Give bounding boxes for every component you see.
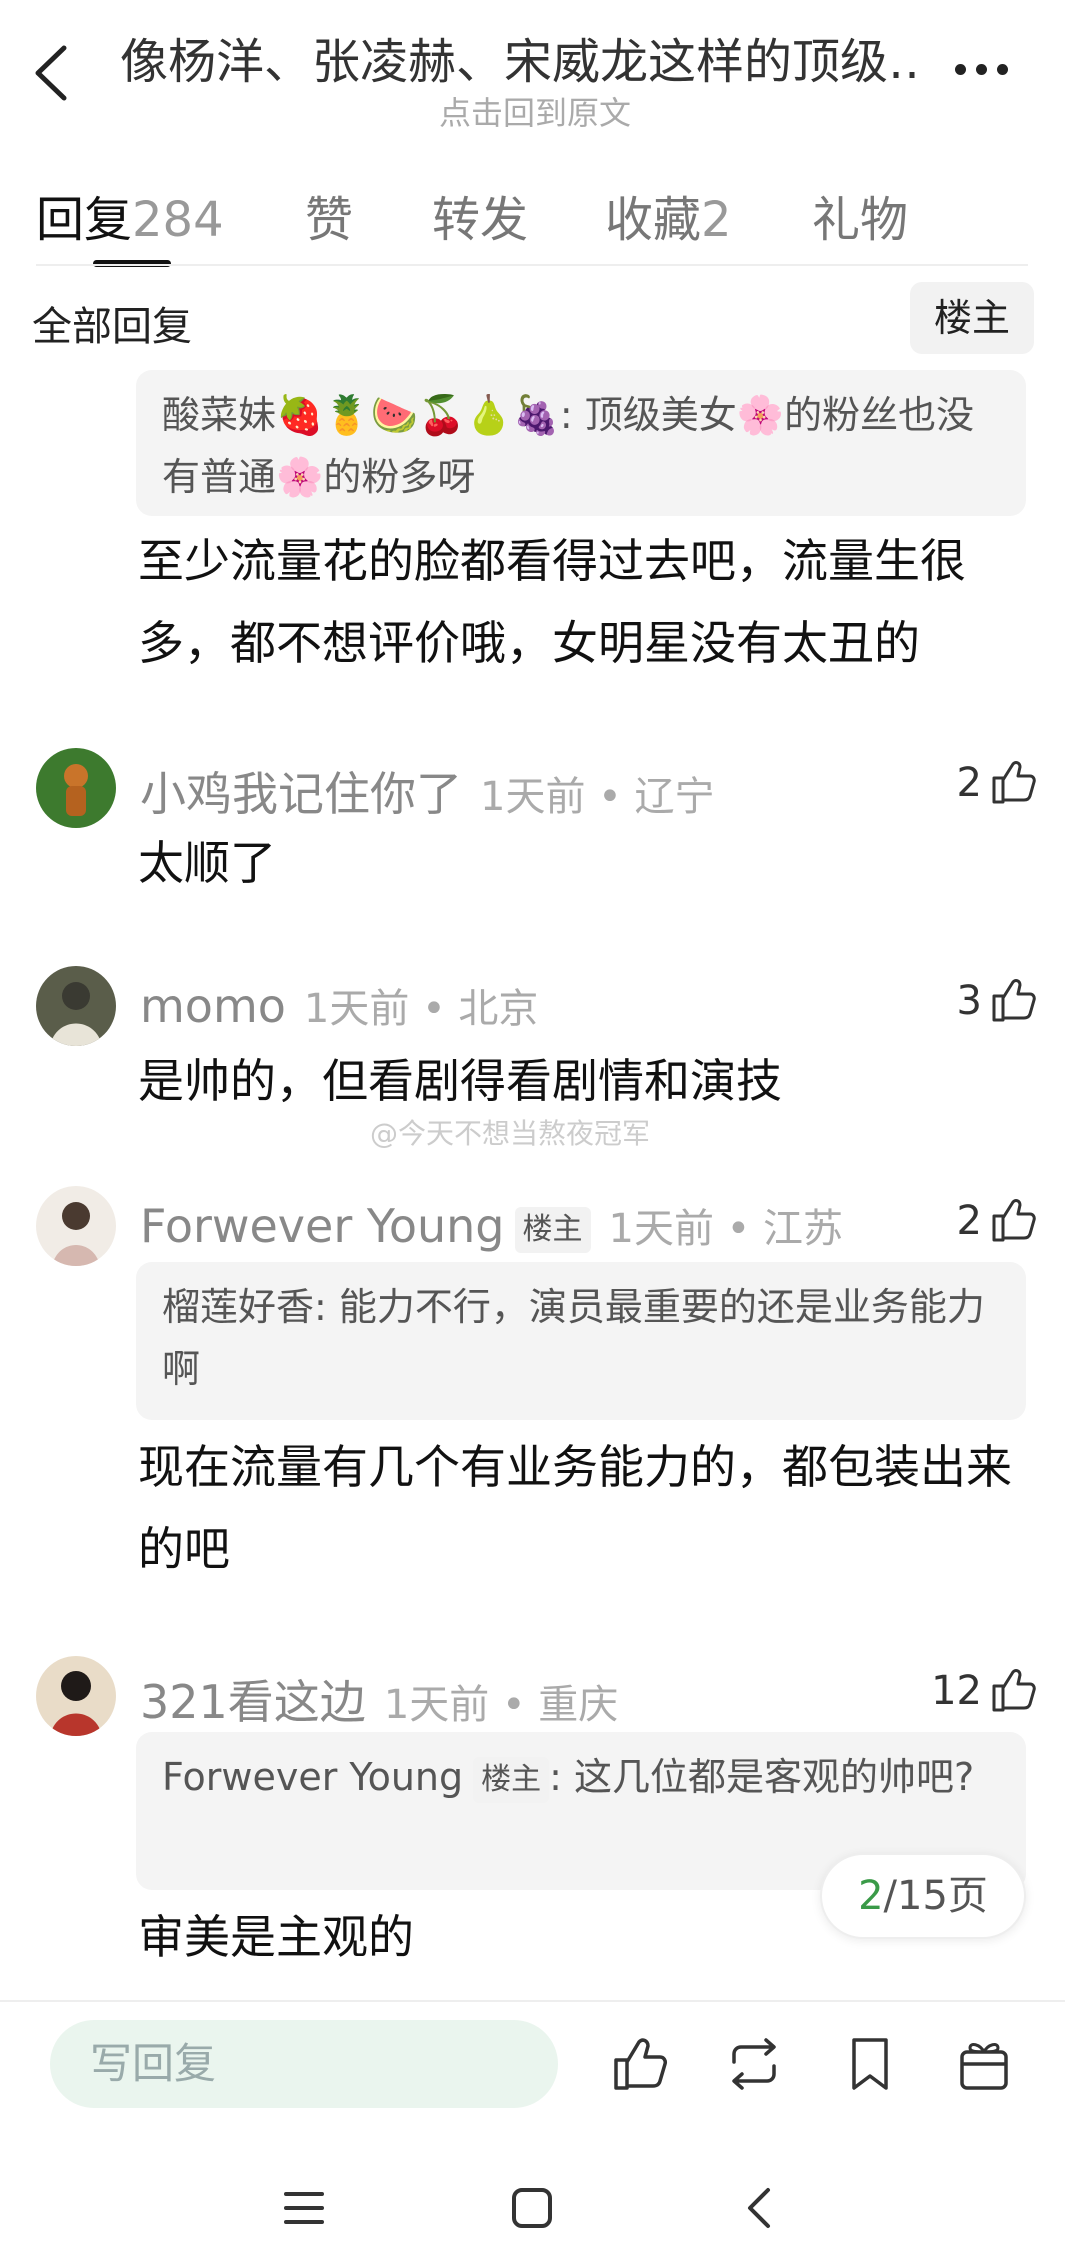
comment-location: 重庆 bbox=[538, 1682, 619, 1728]
avatar[interactable] bbox=[36, 748, 116, 828]
like-count: 2 bbox=[956, 760, 982, 806]
author-name: 321看这边 bbox=[140, 1675, 366, 1729]
avatar[interactable] bbox=[36, 1186, 116, 1266]
avatar-image-icon bbox=[36, 1186, 116, 1266]
op-badge: 楼主 bbox=[514, 1206, 591, 1253]
tab-label: 收藏 bbox=[605, 192, 702, 248]
comment-author[interactable]: Forwever Young 楼主 1天前 • 江苏 bbox=[140, 1196, 843, 1254]
back-nav-button[interactable] bbox=[732, 2180, 788, 2236]
quoted-author[interactable]: 酸菜妹🍓🍍🍉🍒🍐🍇 bbox=[162, 393, 560, 437]
meta-separator: • bbox=[422, 986, 446, 1032]
like-button[interactable]: 2 bbox=[920, 756, 1040, 816]
thumbs-up-icon bbox=[992, 979, 1036, 1022]
menu-icon bbox=[284, 2192, 324, 2224]
like-button[interactable]: 3 bbox=[920, 974, 1040, 1034]
header: 像杨洋、张凌赫、宋威龙这样的顶级… 点击回到原文 bbox=[0, 0, 1065, 150]
thumbs-up-icon bbox=[992, 1199, 1036, 1242]
like-post-button[interactable] bbox=[608, 2032, 672, 2096]
home-square-icon bbox=[512, 2188, 552, 2228]
bookmark-icon bbox=[852, 2038, 888, 2090]
comment-body: 至少流量花的脸都看得过去吧，流量生很多，都不想评价哦，女明星没有太丑的 bbox=[138, 534, 966, 670]
repost-button[interactable] bbox=[722, 2032, 786, 2096]
like-count: 2 bbox=[956, 1198, 982, 1244]
gift-button[interactable] bbox=[952, 2032, 1016, 2096]
op-only-filter-button[interactable]: 楼主 bbox=[910, 282, 1034, 354]
chevron-left-icon bbox=[748, 2188, 770, 2228]
like-button[interactable]: 2 bbox=[920, 1194, 1040, 1254]
comment-author[interactable]: 321看这边 1天前 • 重庆 bbox=[140, 1666, 618, 1732]
more-options-button[interactable] bbox=[950, 50, 1030, 90]
comment-location: 江苏 bbox=[762, 1206, 843, 1252]
repost-icon bbox=[732, 2038, 776, 2090]
bookmark-button[interactable] bbox=[838, 2032, 902, 2096]
quoted-author[interactable]: 榴莲好香 bbox=[162, 1285, 314, 1329]
page-indicator-button[interactable]: 2/15页 bbox=[820, 1853, 1026, 1939]
comment-author[interactable]: momo 1天前 • 北京 bbox=[140, 976, 538, 1034]
system-nav-bar bbox=[0, 2150, 1065, 2252]
comment-time: 1天前 bbox=[480, 774, 586, 820]
author-name: momo bbox=[140, 979, 286, 1033]
comment-body: 太顺了 bbox=[138, 836, 276, 890]
current-page: 2 bbox=[858, 1873, 884, 1919]
comment-body: 现在流量有几个有业务能力的，都包装出来的吧 bbox=[138, 1440, 1012, 1576]
watermark: @今天不想当熬夜冠军 bbox=[370, 1117, 651, 1150]
filter-row: 全部回复 楼主 bbox=[0, 282, 1065, 356]
total-pages: /15页 bbox=[883, 1873, 988, 1919]
avatar-image-icon bbox=[36, 748, 116, 828]
all-replies-filter[interactable]: 全部回复 bbox=[32, 294, 192, 352]
tab-reposts[interactable]: 转发 bbox=[432, 180, 528, 250]
comment-author[interactable]: 小鸡我记住你了 1天前 • 辽宁 bbox=[140, 758, 714, 824]
thumbs-up-icon bbox=[992, 1669, 1036, 1712]
tab-replies[interactable]: 回复284 bbox=[36, 180, 224, 250]
quoted-reply[interactable]: 酸菜妹🍓🍍🍉🍒🍐🍇: 顶级美女🌸的粉丝也没有普通🌸的粉多呀 bbox=[136, 370, 1026, 516]
tab-favorites[interactable]: 收藏2 bbox=[605, 180, 732, 250]
quoted-author[interactable]: Forwever Young bbox=[162, 1755, 463, 1799]
like-count: 12 bbox=[931, 1668, 982, 1714]
tab-count: 2 bbox=[701, 192, 732, 248]
more-dot-icon bbox=[997, 64, 1008, 75]
avatar-image-icon bbox=[36, 966, 116, 1046]
like-button[interactable]: 12 bbox=[920, 1664, 1040, 1724]
comment-time: 1天前 bbox=[608, 1206, 714, 1252]
chevron-left-icon bbox=[35, 45, 67, 101]
tab-label: 转发 bbox=[432, 192, 529, 248]
back-to-original-link[interactable]: 点击回到原文 bbox=[120, 88, 950, 134]
avatar[interactable] bbox=[36, 966, 116, 1046]
comment-location: 北京 bbox=[458, 986, 539, 1032]
avatar[interactable] bbox=[36, 1656, 116, 1736]
tab-likes[interactable]: 赞 bbox=[305, 180, 353, 250]
thumbs-up-icon bbox=[614, 2038, 667, 2090]
back-button[interactable] bbox=[22, 38, 82, 108]
comment-time: 1天前 bbox=[383, 1682, 490, 1728]
thumbs-up-icon bbox=[992, 761, 1036, 804]
comment-time: 1天前 bbox=[303, 986, 410, 1032]
more-dot-icon bbox=[976, 64, 987, 75]
menu-nav-button[interactable] bbox=[276, 2180, 332, 2236]
divider bbox=[36, 264, 1028, 266]
author-name: Forwever Young bbox=[140, 1199, 505, 1253]
tab-label: 礼物 bbox=[812, 192, 909, 248]
more-dot-icon bbox=[955, 64, 966, 75]
post-title[interactable]: 像杨洋、张凌赫、宋威龙这样的顶级… bbox=[120, 22, 920, 92]
tab-bar: 回复284 赞 转发 收藏2 礼物 bbox=[0, 170, 1065, 267]
tab-gifts[interactable]: 礼物 bbox=[812, 180, 908, 250]
author-name: 小鸡我记住你了 bbox=[140, 767, 462, 821]
quoted-reply[interactable]: 榴莲好香: 能力不行，演员最重要的还是业务能力啊 bbox=[136, 1262, 1026, 1420]
meta-separator: • bbox=[598, 774, 622, 820]
like-count: 3 bbox=[956, 978, 982, 1024]
divider bbox=[0, 2000, 1065, 2002]
home-nav-button[interactable] bbox=[504, 2180, 560, 2236]
meta-separator: • bbox=[501, 1682, 526, 1728]
comment-body: 是帅的，但看剧得看剧情和演技 bbox=[138, 1054, 782, 1108]
meta-separator: • bbox=[726, 1206, 751, 1252]
tab-label: 回复 bbox=[36, 192, 133, 248]
tab-label: 赞 bbox=[305, 192, 354, 248]
tab-count: 284 bbox=[132, 192, 224, 248]
quoted-text: : 这几位都是客观的帅吧? bbox=[549, 1755, 975, 1799]
reply-input[interactable]: 写回复 bbox=[50, 2020, 558, 2108]
comment-location: 辽宁 bbox=[634, 774, 715, 820]
avatar-image-icon bbox=[36, 1656, 116, 1736]
gift-icon bbox=[960, 2043, 1008, 2090]
op-badge: 楼主 bbox=[473, 1756, 550, 1803]
